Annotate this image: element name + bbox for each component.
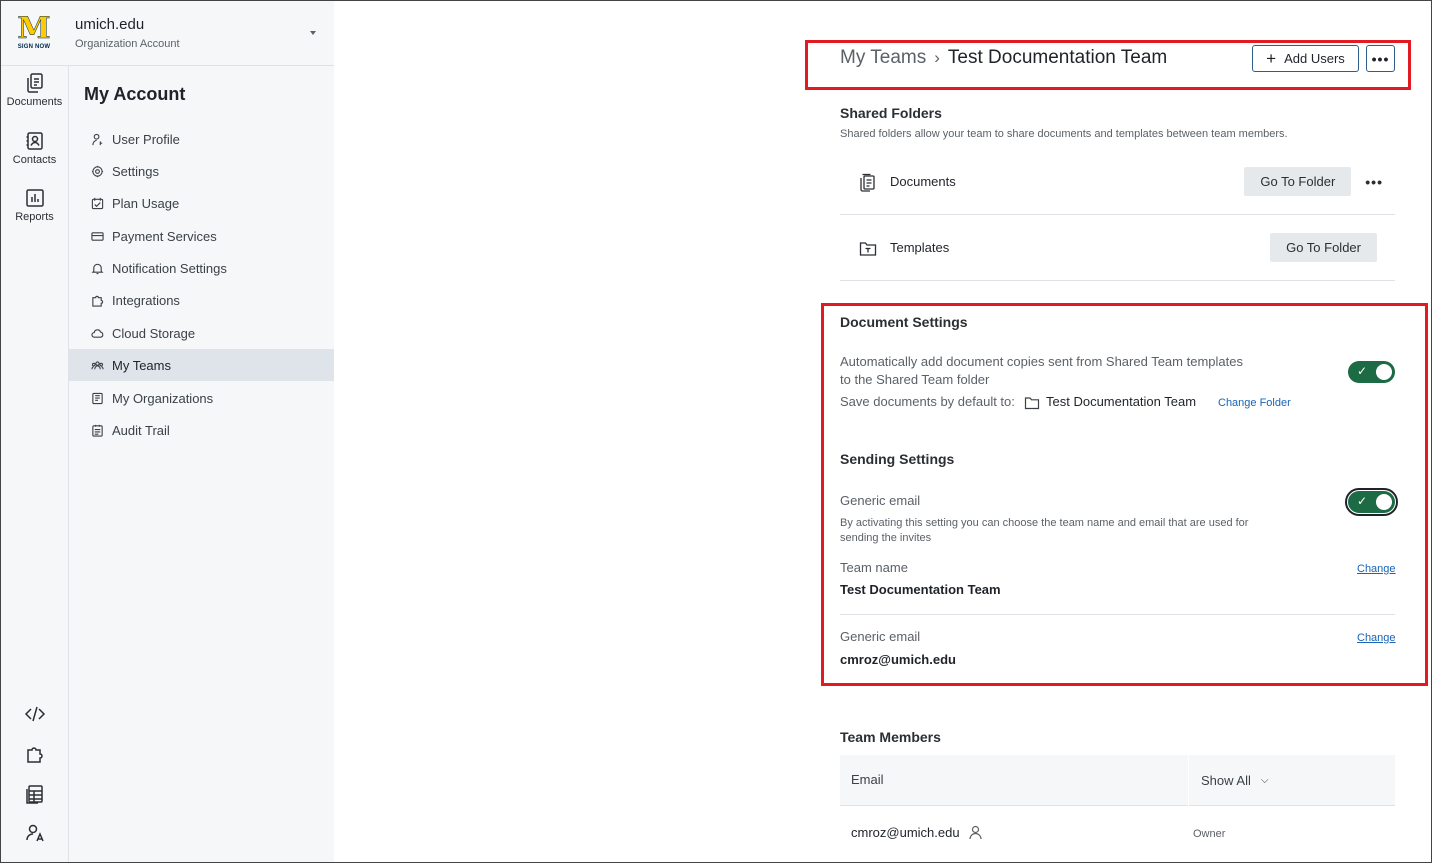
rail-item-reports[interactable]: Reports — [1, 187, 68, 223]
menu-item-cloud-storage[interactable]: Cloud Storage — [69, 317, 334, 349]
organization-icon — [92, 392, 103, 404]
show-all-filter[interactable]: Show All ⌵ — [1201, 773, 1268, 788]
user-icon — [968, 825, 982, 840]
org-logo: M SIGN NOW — [17, 11, 51, 50]
menu-item-my-organizations[interactable]: My Organizations — [69, 382, 334, 414]
menu-item-audit-trail[interactable]: Audit Trail — [69, 414, 334, 446]
table-icon — [25, 785, 43, 804]
menu-item-my-teams[interactable]: My Teams — [69, 349, 334, 381]
bell-icon — [91, 263, 104, 274]
documents-icon — [26, 73, 43, 93]
rail-integrations[interactable] — [1, 743, 68, 765]
annotation-box-settings — [821, 303, 1428, 686]
member-role: Owner — [1193, 828, 1226, 840]
table-row: cmroz@umich.edu — [851, 825, 982, 840]
contacts-icon — [26, 132, 43, 150]
folder-more-button[interactable]: ••• — [1365, 174, 1383, 190]
icon-rail: Documents Contacts Reports — [1, 66, 69, 862]
menu-item-plan-usage[interactable]: Plan Usage — [69, 187, 334, 219]
user-icon — [92, 133, 103, 145]
menu-item-notification-settings[interactable]: Notification Settings — [69, 252, 334, 284]
audit-icon — [92, 424, 103, 437]
account-menu: My Account User Profile Settings Plan Us… — [69, 66, 334, 862]
gear-icon — [91, 165, 104, 177]
folder-name: Documents — [890, 174, 956, 189]
rail-code[interactable] — [1, 703, 68, 725]
cloud-icon — [91, 328, 104, 338]
user-language-icon — [25, 824, 44, 842]
chevron-down-icon: ⌵ — [1260, 775, 1269, 786]
templates-folder-icon — [859, 241, 877, 256]
shared-folders-title: Shared Folders — [840, 105, 942, 121]
rail-user-language[interactable] — [1, 822, 68, 844]
calendar-check-icon — [91, 197, 104, 209]
team-members-table-header: Email Show All ⌵ — [840, 755, 1395, 806]
team-icon — [91, 360, 104, 369]
documents-folder-icon — [860, 173, 875, 192]
team-members-title: Team Members — [840, 729, 941, 745]
go-to-folder-button[interactable]: Go To Folder — [1244, 167, 1352, 196]
folder-row-templates: Templates Go To Folder — [840, 215, 1395, 281]
annotation-box-header — [805, 40, 1411, 90]
org-name: umich.edu — [75, 16, 145, 33]
rail-item-documents[interactable]: Documents — [1, 72, 68, 108]
menu-title: My Account — [84, 84, 186, 104]
rail-item-contacts[interactable]: Contacts — [1, 130, 68, 166]
org-type: Organization Account — [75, 38, 180, 50]
go-to-folder-button[interactable]: Go To Folder — [1270, 233, 1377, 262]
member-email: cmroz@umich.edu — [851, 825, 960, 840]
shared-folders-description: Shared folders allow your team to share … — [840, 128, 1288, 140]
column-email[interactable]: Email — [851, 772, 884, 787]
menu-item-settings[interactable]: Settings — [69, 155, 334, 187]
code-icon — [24, 706, 45, 722]
menu-item-integrations[interactable]: Integrations — [69, 284, 334, 316]
puzzle-icon — [92, 295, 104, 307]
folder-row-documents: Documents Go To Folder ••• — [840, 149, 1395, 215]
card-icon — [91, 231, 104, 241]
menu-item-payment-services[interactable]: Payment Services — [69, 220, 334, 252]
reports-icon — [25, 189, 44, 207]
menu-item-user-profile[interactable]: User Profile — [69, 123, 334, 155]
rail-table[interactable] — [1, 783, 68, 805]
org-switcher[interactable]: M SIGN NOW umich.edu Organization Accoun… — [1, 1, 334, 66]
chevron-down-icon[interactable] — [310, 31, 316, 35]
puzzle-icon — [26, 747, 43, 763]
folder-name: Templates — [890, 240, 950, 255]
